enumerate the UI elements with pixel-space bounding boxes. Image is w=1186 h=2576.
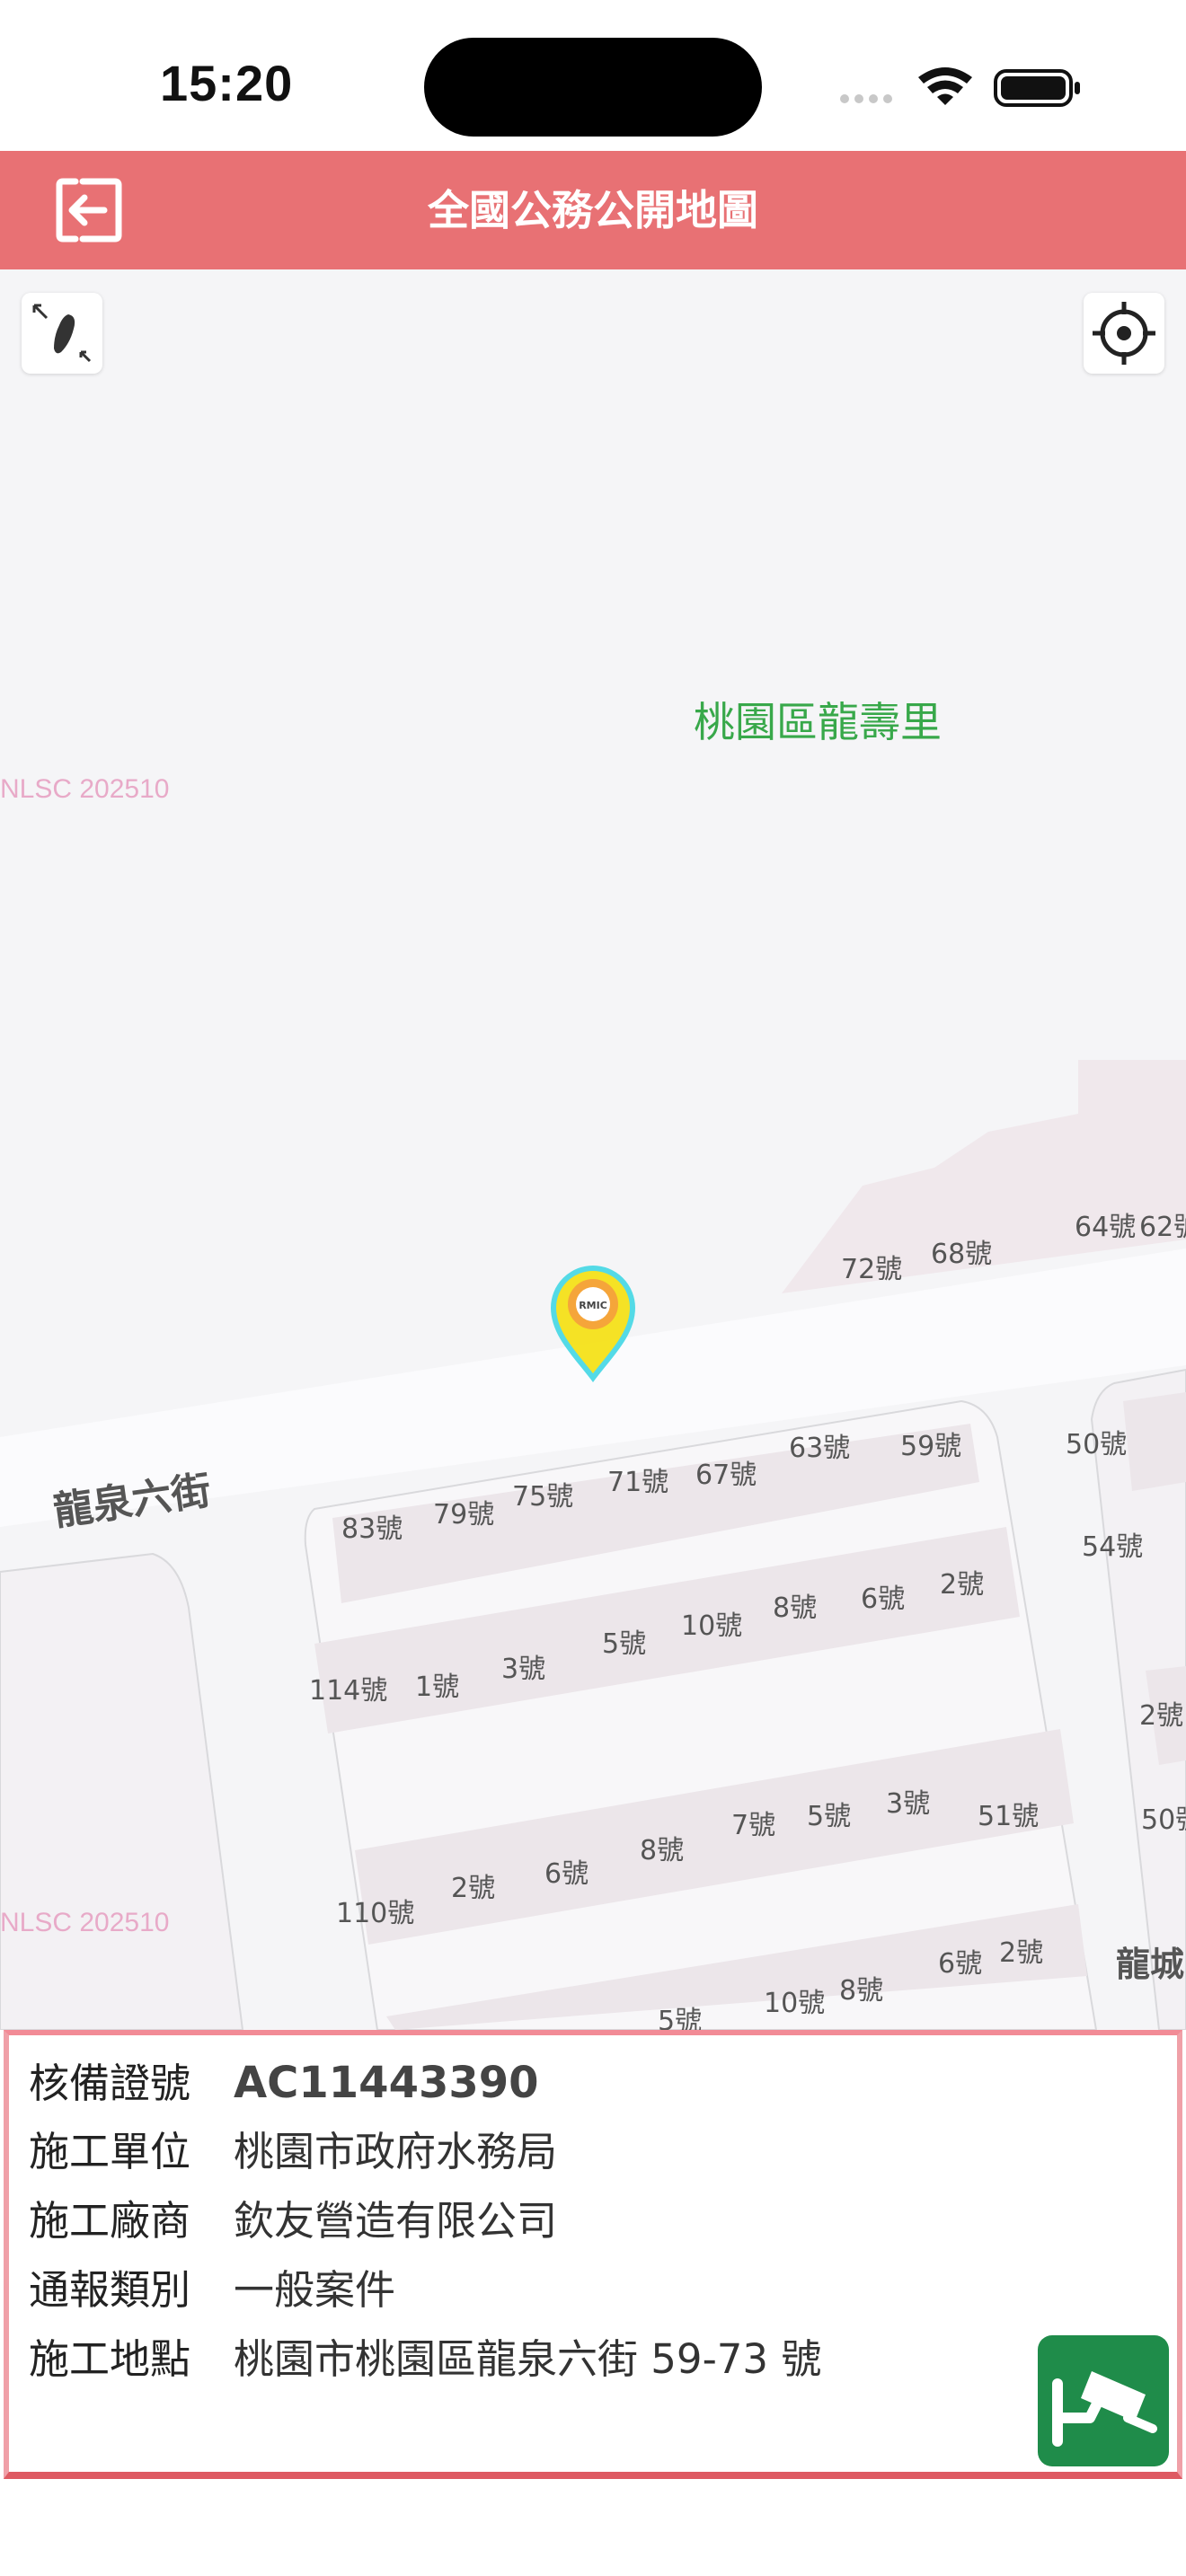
type-value: 一般案件 <box>234 2266 396 2314</box>
house-number: 50號 <box>1066 1429 1127 1460</box>
type-row: 通報類別 一般案件 <box>29 2259 395 2322</box>
house-number: 71號 <box>607 1467 668 1498</box>
house-number: 5號 <box>602 1628 646 1660</box>
location-value: 桃園市桃園區龍泉六街 59-73 號 <box>234 2335 822 2383</box>
block-left <box>0 1552 244 2030</box>
surveillance-camera-icon <box>1052 2371 1157 2447</box>
bottom-area <box>0 2486 1186 2576</box>
house-number: 2號 <box>940 1569 984 1601</box>
house-number: 75號 <box>512 1481 573 1513</box>
locate-me-button[interactable] <box>1084 293 1164 374</box>
house-number: 110號 <box>336 1898 414 1929</box>
house-number: 7號 <box>731 1810 775 1841</box>
area-label: 桃園區龍壽里 <box>694 698 942 746</box>
taiwan-map-icon <box>32 304 92 363</box>
permit-row: 核備證號 AC11443390 <box>29 2051 539 2114</box>
permit-value: AC11443390 <box>234 2058 539 2108</box>
contractor-label: 施工廠商 <box>29 2197 191 2245</box>
map-canvas[interactable]: NLSC 202510 NLSC 202510 桃園區龍壽里 龍泉六街 龍城 7… <box>0 269 1186 2030</box>
unit-value: 桃園市政府水務局 <box>234 2128 558 2175</box>
map-watermark: NLSC 202510 <box>0 1908 169 1937</box>
house-number: 8號 <box>640 1835 684 1866</box>
dynamic-island <box>424 38 762 137</box>
taiwan-extent-button[interactable] <box>22 293 102 374</box>
wifi-icon <box>918 67 972 105</box>
house-number: 3號 <box>886 1788 930 1820</box>
cellular-icon <box>840 94 892 103</box>
contractor-value: 欽友營造有限公司 <box>234 2197 558 2245</box>
camera-button[interactable] <box>1038 2335 1169 2466</box>
map-watermark: NLSC 202510 <box>0 774 169 804</box>
status-icons <box>840 67 1080 107</box>
location-label: 施工地點 <box>29 2335 191 2383</box>
house-number: 67號 <box>695 1460 757 1491</box>
house-number: 3號 <box>501 1654 545 1685</box>
house-number: 51號 <box>978 1801 1039 1832</box>
house-number: 6號 <box>544 1858 589 1890</box>
crosshair-icon <box>1093 302 1155 365</box>
street-label-vertical: 龍城 <box>1116 1945 1184 1984</box>
battery-icon <box>994 69 1080 107</box>
location-row: 施工地點 桃園市桃園區龍泉六街 59-73 號 <box>29 2328 821 2391</box>
house-number: 8號 <box>773 1592 817 1624</box>
permit-label: 核備證號 <box>29 2060 191 2107</box>
house-number: 1號 <box>415 1672 459 1703</box>
house-number: 5號 <box>807 1801 851 1832</box>
house-number: 8號 <box>839 1975 883 2007</box>
status-bar: 15:20 <box>0 0 1186 151</box>
exit-icon[interactable] <box>52 174 124 246</box>
house-number: 6號 <box>861 1584 905 1615</box>
house-number: 2號 <box>1139 1700 1183 1732</box>
house-number: 2號 <box>451 1873 495 1904</box>
page-title: 全國公務公開地圖 <box>428 186 758 234</box>
house-number: 59號 <box>900 1431 961 1462</box>
map-view[interactable]: NLSC 202510 NLSC 202510 桃園區龍壽里 龍泉六街 龍城 7… <box>0 269 1186 2030</box>
house-number: 62號 <box>1139 1212 1186 1243</box>
contractor-row: 施工廠商 欽友營造有限公司 <box>29 2190 557 2253</box>
house-number: 6號 <box>938 1948 982 1980</box>
building-row <box>1123 1392 1186 1491</box>
marker-label: RMIC <box>579 1300 607 1311</box>
house-number: 114號 <box>309 1675 387 1707</box>
house-number: 72號 <box>841 1254 902 1285</box>
house-number: 79號 <box>433 1499 494 1531</box>
house-number: 50號 <box>1141 1804 1186 1836</box>
case-info-panel: 核備證號 AC11443390 施工單位 桃園市政府水務局 施工廠商 欽友營造有限公司… <box>4 2030 1182 2479</box>
house-number: 63號 <box>789 1433 850 1464</box>
house-number: 54號 <box>1082 1531 1143 1563</box>
house-number: 5號 <box>658 2006 702 2030</box>
type-label: 通報類別 <box>29 2266 191 2314</box>
house-number: 10號 <box>764 1988 825 2019</box>
status-time: 15:20 <box>160 55 294 111</box>
house-number: 2號 <box>999 1937 1043 1969</box>
house-number: 68號 <box>931 1239 992 1270</box>
house-number: 64號 <box>1075 1212 1136 1243</box>
house-number: 83號 <box>341 1513 403 1545</box>
app-header: 全國公務公開地圖 <box>0 151 1186 269</box>
unit-row: 施工單位 桃園市政府水務局 <box>29 2121 557 2183</box>
house-number: 10號 <box>681 1610 742 1642</box>
unit-label: 施工單位 <box>29 2128 191 2175</box>
